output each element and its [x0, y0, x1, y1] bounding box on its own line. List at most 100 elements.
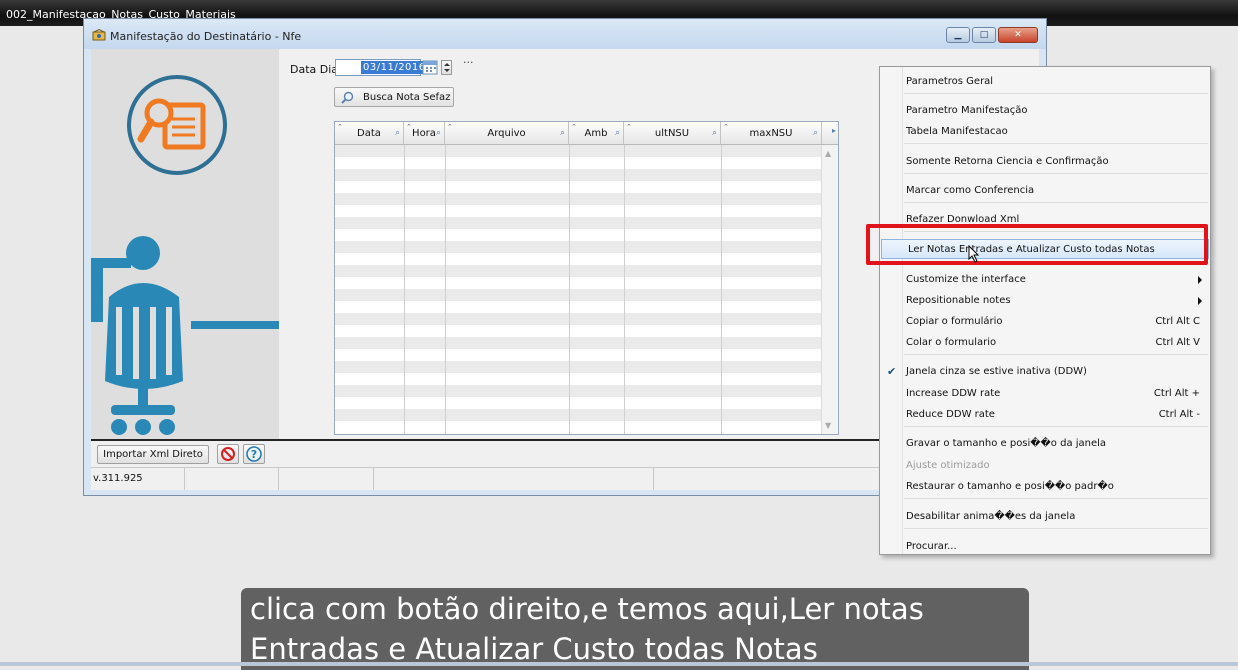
svg-text:?: ? [251, 448, 257, 461]
table-row[interactable] [335, 325, 822, 337]
table-row[interactable] [335, 337, 822, 349]
scroll-up-icon[interactable]: ▲ [825, 149, 831, 158]
menu-separator [904, 528, 1208, 529]
status-cell [279, 468, 374, 490]
help-button[interactable]: ? [243, 444, 265, 464]
column-header-maxnsu[interactable]: ⌃ maxNSU ⌕ [721, 122, 822, 144]
column-header-arquivo[interactable]: ⌃ Arquivo ⌕ [445, 122, 569, 144]
calendar-icon[interactable] [422, 59, 438, 75]
filter-icon[interactable]: ⌕ [560, 128, 565, 138]
table-row[interactable] [335, 205, 822, 217]
menu-separator [904, 426, 1208, 427]
table-row[interactable] [335, 421, 822, 433]
menu-separator [904, 354, 1208, 355]
menu-item-label: Parametro Manifestação [906, 105, 1028, 116]
table-row[interactable] [335, 289, 822, 301]
notas-grid[interactable]: ⌃ Data ⌕ ⌃ Hora ⌕ ⌃ Arquivo ⌕ ⌃ Amb ⌕ ⌃ … [334, 121, 839, 435]
menu-item[interactable]: Colar o formulario Ctrl Alt V [880, 333, 1210, 353]
subtitle-line-1: clica com botão direito,e temos aqui,Ler… [250, 592, 924, 626]
table-row[interactable] [335, 397, 822, 409]
menu-item[interactable]: Repositionable notes [880, 291, 1210, 311]
manifest-illustration [91, 75, 279, 435]
menu-item[interactable]: Tabela Manifestacao [880, 122, 1210, 142]
close-button[interactable]: ✕ [998, 27, 1038, 43]
menu-item-label: Restaurar o tamanho e posi��o padr�o [906, 481, 1114, 492]
table-row[interactable] [335, 301, 822, 313]
table-row[interactable] [335, 361, 822, 373]
menu-item-shortcut: Ctrl Alt V [1155, 337, 1200, 348]
window-titlebar[interactable]: Manifestação do Destinatário - Nfe ▁ □ ✕ [84, 19, 1046, 49]
scroll-down-icon[interactable]: ▼ [825, 421, 831, 430]
menu-item[interactable]: Parametros Geral [880, 72, 1210, 92]
filter-icon[interactable]: ⌕ [615, 128, 620, 138]
menu-item[interactable]: Gravar o tamanho e posi��o da janela [880, 434, 1210, 454]
menu-item[interactable]: Somente Retorna Ciencia e Confirmação [880, 152, 1210, 172]
filter-icon[interactable]: ⌕ [712, 128, 717, 138]
table-row[interactable] [335, 229, 822, 241]
table-row[interactable] [335, 157, 822, 169]
window-title: Manifestação do Destinatário - Nfe [110, 30, 302, 43]
more-options-button[interactable]: ... [463, 53, 474, 66]
menu-item[interactable]: Ajuste otimizado [880, 456, 1210, 476]
filter-icon[interactable]: ⌕ [813, 128, 818, 138]
column-header-data[interactable]: ⌃ Data ⌕ [335, 122, 404, 144]
minimize-button[interactable]: ▁ [946, 27, 970, 43]
date-field[interactable]: 03/11/2016 [335, 59, 428, 76]
menu-item[interactable]: Marcar como Conferencia [880, 181, 1210, 201]
table-row[interactable] [335, 145, 822, 157]
table-row[interactable] [335, 241, 822, 253]
column-header-ultnsu[interactable]: ⌃ ultNSU ⌕ [624, 122, 721, 144]
maximize-button[interactable]: □ [972, 27, 996, 43]
table-row[interactable] [335, 253, 822, 265]
column-header-amb[interactable]: ⌃ Amb ⌕ [569, 122, 624, 144]
context-menu: Parametros Geral Parametro Manifestação Ta… [879, 66, 1211, 555]
table-row[interactable] [335, 409, 822, 421]
importar-xml-direto-button[interactable]: Importar Xml Direto [97, 445, 209, 464]
table-row[interactable] [335, 277, 822, 289]
menu-item[interactable]: Desabilitar anima��es da janela [880, 507, 1210, 527]
date-spinner[interactable] [441, 60, 452, 75]
scroll-right-icon[interactable]: ▸ [832, 126, 836, 135]
table-row[interactable] [335, 265, 822, 277]
menu-item[interactable]: Restaurar o tamanho e posi��o padr�o [880, 477, 1210, 497]
table-row[interactable] [335, 313, 822, 325]
menu-separator [904, 143, 1208, 144]
menu-item[interactable]: Procurar... [880, 537, 1210, 557]
menu-item-label: Parametros Geral [906, 76, 994, 87]
table-row[interactable] [335, 193, 822, 205]
menu-item[interactable]: Parametro Manifestação [880, 101, 1210, 121]
table-row[interactable] [335, 349, 822, 361]
filter-icon[interactable]: ⌕ [395, 128, 400, 138]
menu-separator [904, 202, 1208, 203]
grid-divider [404, 145, 405, 434]
menu-item-label: Customize the interface [906, 274, 1026, 285]
submenu-arrow-icon [1198, 276, 1202, 284]
cancel-icon [221, 447, 235, 461]
cancel-button[interactable] [217, 444, 239, 464]
menu-item[interactable]: ✔ Janela cinza se estive inativa (DDW) [880, 362, 1210, 382]
video-progress-bar[interactable] [0, 662, 1238, 666]
table-row[interactable] [335, 181, 822, 193]
spin-down-icon[interactable] [444, 69, 450, 72]
table-row[interactable] [335, 373, 822, 385]
left-illustration-panel [91, 49, 279, 441]
subtitle-line-2: Entradas e Atualizar Custo todas Notas [250, 632, 818, 666]
table-row[interactable] [335, 217, 822, 229]
menu-item-label: Somente Retorna Ciencia e Confirmação [906, 156, 1109, 167]
spin-up-icon[interactable] [444, 63, 450, 66]
busca-nota-sefaz-button[interactable]: Busca Nota Sefaz [334, 87, 454, 107]
menu-separator [904, 173, 1208, 174]
table-row[interactable] [335, 169, 822, 181]
menu-item[interactable]: Customize the interface [880, 270, 1210, 290]
menu-item[interactable]: Reduce DDW rate Ctrl Alt - [880, 405, 1210, 425]
column-header-hora[interactable]: ⌃ Hora ⌕ [404, 122, 445, 144]
grid-vertical-scrollbar[interactable]: ▲ ▼ [821, 145, 838, 434]
menu-item[interactable]: Increase DDW rate Ctrl Alt + [880, 384, 1210, 404]
filter-icon[interactable]: ⌕ [436, 128, 441, 138]
table-row[interactable] [335, 385, 822, 397]
menu-item[interactable]: Copiar o formulário Ctrl Alt C [880, 312, 1210, 332]
menu-item-label: Tabela Manifestacao [906, 126, 1008, 137]
busca-nota-sefaz-label: Busca Nota Sefaz [363, 92, 451, 103]
subtitle-caption: clica com botão direito,e temos aqui,Ler… [241, 588, 1029, 670]
menu-item-label: Procurar... [906, 541, 957, 552]
